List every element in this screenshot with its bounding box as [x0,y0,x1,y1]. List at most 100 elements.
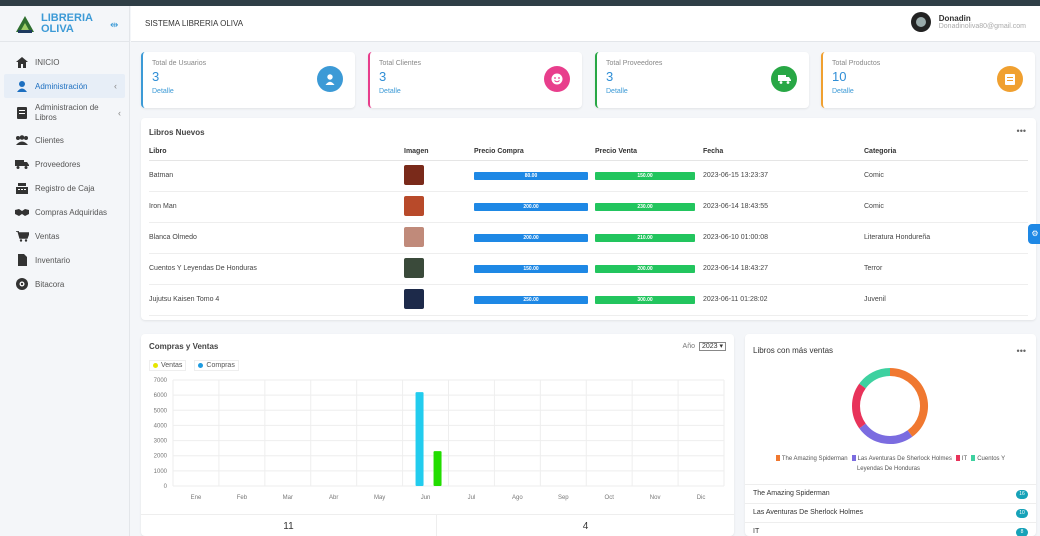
users-icon [15,134,29,146]
sidebar-item-administracion[interactable]: Administración ‹ [4,74,125,98]
stat-card-productos: Total Productos 10 Detalle [821,52,1035,108]
truck-icon [771,66,797,92]
table-row[interactable]: Jujutsu Kaisen Tomo 4 250.00 300.00 2023-06… [149,284,1028,316]
sidebar-item-inventario[interactable]: Inventario [0,248,129,272]
book-cover-image[interactable] [404,226,424,247]
x-tick-label: Oct [605,495,615,501]
libros-table: Libro Imagen Precio Compra Precio Venta … [149,144,1028,316]
header-title: SISTEMA LIBRERIA OLIVA [145,19,244,28]
stat-detail-link[interactable]: Detalle [832,88,1026,95]
donut-legend-item[interactable]: Las Aventuras De Sherlock Holmes [851,455,952,462]
avatar[interactable] [910,12,931,32]
legend-label: Las Aventuras De Sherlock Holmes [857,456,952,462]
cell-categoria: Juvenil [864,284,1028,316]
chevron-left-icon: ‹ [118,108,121,118]
sidebar-item-label: Ventas [35,231,60,241]
cell-imagen [404,253,474,285]
column-header: Categoria [864,144,1028,161]
cell-precio-venta: 200.00 [595,253,703,285]
sidebar-item-ventas[interactable]: Ventas [0,224,129,248]
user-menu[interactable]: Donadin Donadinoliva80@gmail.com [910,12,1026,32]
x-tick-label: May [374,495,385,501]
year-select[interactable]: 2023 ▾ [698,342,726,351]
column-header: Precio Venta [595,144,703,161]
price-badge: 300.00 [595,295,695,304]
stat-detail-link[interactable]: Detalle [606,88,800,95]
table-row[interactable]: Batman 80.00 150.00 2023-06-15 13:23:37 Comi… [149,160,1028,192]
list-item[interactable]: IT 8 [745,522,1036,536]
sidebar-item-label: Registro de Caja [35,183,95,193]
column-header: Fecha [703,144,864,161]
sidebar-item-compras[interactable]: Compras Adquiridas [0,200,129,224]
cart-icon [15,230,29,242]
smile-icon [544,66,570,92]
y-tick-label: 0 [164,484,168,490]
sidebar-item-registro-caja[interactable]: Registro de Caja [0,176,129,200]
price-badge: 150.00 [595,171,695,180]
table-row[interactable]: Iron Man 200.00 230.00 2023-06-14 18:43:55 C… [149,191,1028,223]
sidebar-item-proveedores[interactable]: Proveedores [0,152,129,176]
donut-slice[interactable] [889,368,928,437]
file-icon [15,254,29,266]
donut-legend-item[interactable]: The Amazing Spiderman [775,455,848,462]
price-badge: 200.00 [474,233,588,242]
legend-item-ventas[interactable]: Ventas [149,360,187,371]
stat-card-proveedores: Total Proveedores 3 Detalle [595,52,809,108]
settings-gear-icon[interactable]: ⚙ [1028,224,1040,244]
price-badge: 80.00 [474,171,588,180]
top-header: SISTEMA LIBRERIA OLIVA Donadin Donadinol… [131,6,1040,42]
cell-fecha: 2023-06-14 18:43:27 [703,253,864,285]
sidebar-item-libros[interactable]: Administracion de Libros ‹ [0,98,129,128]
sidebar-item-clientes[interactable]: Clientes [0,128,129,152]
stat-detail-link[interactable]: Detalle [152,88,346,95]
price-badge: 200.00 [474,202,588,211]
cell-libro: Blanca Olmedo [149,222,404,254]
cell-precio-venta: 150.00 [595,160,703,192]
sidebar-nav: INICIO Administración ‹ Administracion d… [0,42,129,296]
sidebar-item-bitacora[interactable]: Bitacora [0,272,129,296]
x-tick-label: Ene [191,495,202,501]
book-cover-image[interactable] [404,195,424,216]
home-icon [15,56,29,68]
sidebar-item-label: Bitacora [35,279,65,289]
donut-slice[interactable] [852,383,866,429]
list-item[interactable]: Las Aventuras De Sherlock Holmes 10 [745,503,1036,522]
more-options-icon[interactable]: ••• [1017,346,1026,356]
x-tick-label: Ago [512,495,523,501]
cell-precio-compra: 250.00 [474,284,595,316]
price-badge: 230.00 [595,202,695,211]
table-row[interactable]: Cuentos Y Leyendas De Honduras 150.00 200.… [149,253,1028,285]
stat-card-usuarios: Total de Usuarios 3 Detalle [141,52,355,108]
stat-detail-link[interactable]: Detalle [379,88,573,95]
x-tick-label: Nov [650,495,661,501]
sidebar-item-label: Clientes [35,135,64,145]
table-row[interactable]: Blanca Olmedo 200.00 210.00 2023-06-10 01:0… [149,222,1028,254]
donut-slice[interactable] [859,423,913,444]
bar-ventas [433,451,442,486]
donut-slice[interactable] [859,368,891,389]
cell-fecha: 2023-06-11 01:28:02 [703,284,864,316]
year-selector[interactable]: Año 2023 ▾ [683,342,726,351]
box-icon [997,66,1023,92]
cell-imagen [404,222,474,254]
donut-legend-item[interactable]: IT [955,455,967,462]
column-header: Libro [149,144,404,161]
cash-register-icon [15,182,29,194]
column-header: Precio Compra [474,144,595,161]
user-icon [317,66,343,92]
sidebar-item-inicio[interactable]: INICIO [0,50,129,74]
sidebar-item-label: Compras Adquiridas [35,207,108,217]
book-cover-image[interactable] [404,257,424,278]
book-cover-image[interactable] [404,164,424,185]
legend-item-compras[interactable]: Compras [194,360,239,371]
x-tick-label: Mar [283,495,293,501]
logo-icon [16,15,34,33]
collapse-icon[interactable]: ⇹ [110,20,118,31]
sidebar-item-label: Inventario [35,255,71,265]
book-cover-image[interactable] [404,288,424,309]
more-options-icon[interactable]: ••• [1017,126,1026,136]
x-tick-label: Jun [421,495,431,501]
list-item[interactable]: The Amazing Spiderman 16 [745,484,1036,503]
cell-categoria: Literatura Hondureña [864,222,1028,254]
legend-label: Ventas [161,362,183,369]
